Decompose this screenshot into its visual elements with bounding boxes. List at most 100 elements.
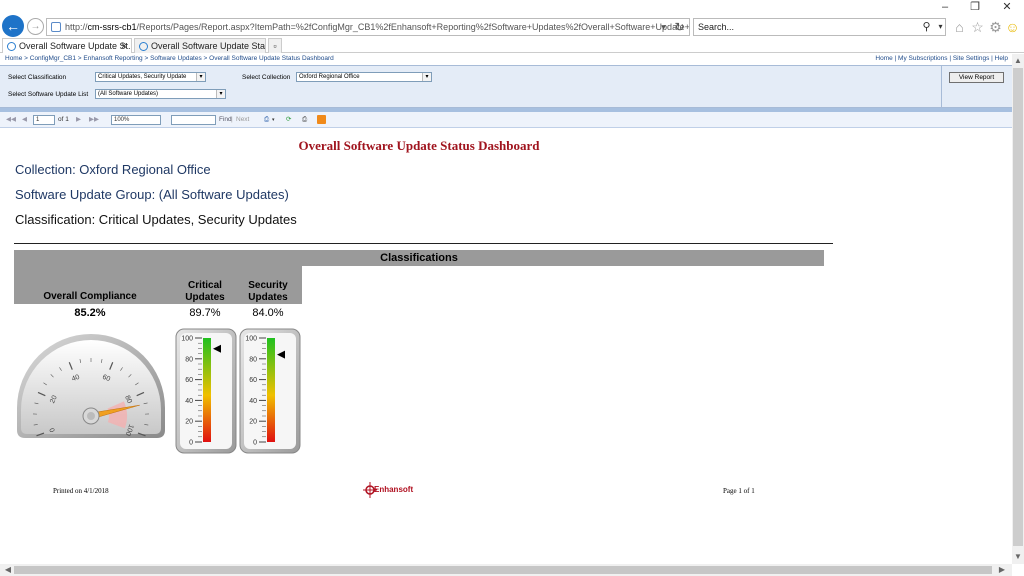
top-links[interactable]: Home | My Subscriptions | Site Settings … [875,54,1008,64]
gauge-tick-label: 0 [189,440,193,447]
classification-label: Select Classification [8,74,67,81]
tab-overall-software-update-2[interactable]: Overall Software Update Statu... [134,38,266,53]
favorites-star-icon[interactable]: ☆ [969,18,986,36]
scroll-right-icon[interactable]: ▶ [996,565,1008,574]
dropdown-icon[interactable]: ▾ [655,18,672,36]
print-icon[interactable]: ⎙ [302,115,307,125]
minimize-button[interactable]: – [930,0,960,14]
find-input[interactable] [171,115,216,125]
gauge-color-bar [203,338,211,442]
classification-select[interactable]: Critical Updates, Security Update ▾ [95,72,206,82]
critical-header-line1: Critical [188,280,222,291]
gauge-tick-label: 100 [181,336,193,343]
classification-value: Critical Updates, Security Update [98,74,187,80]
scroll-left-icon[interactable]: ◀ [2,565,14,574]
update-list-select[interactable]: (All Software Updates) ▾ [95,89,226,99]
export-icon[interactable]: ⎙ [264,115,269,125]
zoom-value: 100% [114,117,130,123]
security-updates-gauge: 100 80 60 40 20 0 [239,328,301,454]
printed-on: Printed on 4/1/2018 [53,487,109,495]
gauge-tick-label: 100 [245,336,257,343]
report-toolbar: ◀◀ ◀ 1 of 1 ▶ ▶▶ 100% Find | Next ⎙ ▾ ⟳ … [0,112,1012,128]
critical-updates-value: 89.7% [189,307,221,319]
close-tab-icon[interactable]: ✕ [120,39,128,53]
overall-compliance-gauge: 02040 6080100 [17,334,165,438]
ie-page-icon [139,42,148,51]
forward-button[interactable]: → [27,18,44,35]
gauge-hub-center [87,412,95,420]
zoom-select[interactable]: 100% [111,115,161,125]
first-page-icon[interactable]: ◀◀ [6,115,16,125]
last-page-icon[interactable]: ▶▶ [89,115,99,125]
classifications-header: Classifications [14,250,824,266]
url-prefix: http:// [65,22,88,32]
scroll-down-icon[interactable]: ▼ [1012,552,1024,561]
page-icon [51,22,61,32]
atom-feed-icon[interactable] [317,115,326,124]
search-input[interactable]: Search... [693,18,946,36]
tab-overall-software-update-active[interactable]: Overall Software Update St... ✕ [2,38,132,53]
security-header-line1: Security [248,280,288,291]
page-count: of 1 [58,116,69,123]
home-icon[interactable]: ⌂ [951,18,968,36]
window-titlebar: – ❐ ✕ [0,0,1024,14]
address-bar[interactable]: http://cm-ssrs-cb1/Reports/Pages/Report.… [46,18,690,36]
ie-page-icon [7,42,16,51]
restore-button[interactable]: ❐ [960,0,990,14]
ssrs-header-row: Home > ConfigMgr_CB1 > Enhansoft Reporti… [0,54,1012,64]
chevron-down-icon: ▾ [216,90,225,98]
update-list-label: Select Software Update List [8,91,89,98]
software-update-group-line: Software Update Group: (All Software Upd… [15,187,289,202]
chevron-down-icon: ▾ [196,73,205,81]
view-report-button[interactable]: View Report [949,72,1004,83]
tab-row: Overall Software Update St... ✕ Overall … [0,38,1024,53]
export-dropdown-icon[interactable]: ▾ [272,115,275,125]
refresh-report-icon[interactable]: ⟳ [286,115,291,125]
next-page-icon[interactable]: ▶ [76,115,81,125]
collection-line: Collection: Oxford Regional Office [15,162,211,177]
critical-header-line2: Updates [185,292,225,303]
close-window-button[interactable]: ✕ [992,0,1022,14]
next-link[interactable]: Next [236,115,249,125]
vertical-scroll-thumb[interactable] [1013,68,1023,546]
search-dropdown-icon[interactable]: ▾ [932,18,949,36]
gauge-tick-label: 0 [253,440,257,447]
prev-page-icon[interactable]: ◀ [22,115,27,125]
report-title: Overall Software Update Status Dashboard [298,138,540,153]
security-header-line2: Updates [248,292,288,303]
enhansoft-logo: Enhansoft [363,482,423,498]
back-button[interactable]: ← [2,15,24,37]
critical-updates-gauge: 100 80 60 40 20 0 [175,328,237,454]
breadcrumb[interactable]: Home > ConfigMgr_CB1 > Enhansoft Reporti… [5,54,334,64]
collection-select[interactable]: Oxford Regional Office ▾ [296,72,432,82]
gauge-tick-label: 80 [249,356,257,363]
smiley-feedback-icon[interactable]: ☺ [1004,18,1021,36]
collection-label: Select Collection [242,74,291,81]
page-of: Page 1 of 1 [723,487,755,495]
gauge-tick-label: 20 [249,419,257,426]
separator: | [231,116,233,123]
search-placeholder: Search... [698,22,735,32]
horizontal-scroll-thumb[interactable] [14,566,992,574]
gauge-tick-label: 40 [249,398,257,405]
classification-line: Classification: Critical Updates, Securi… [15,212,297,227]
overall-compliance-header: Overall Compliance [43,291,137,302]
divider [941,66,942,109]
chevron-down-icon: ▾ [422,73,431,81]
new-tab-button[interactable]: ▫ [268,38,282,53]
find-link[interactable]: Find [219,115,232,125]
url-path: /Reports/Pages/Report.aspx?ItemPath=%2fC… [136,22,690,32]
page-number-input[interactable]: 1 [33,115,55,125]
address-row: ← → http://cm-ssrs-cb1/Reports/Pages/Rep… [0,14,1024,38]
refresh-icon[interactable]: ↻ [671,18,688,36]
scroll-up-icon[interactable]: ▲ [1012,56,1024,65]
gauge-color-bar [267,338,275,442]
settings-gear-icon[interactable]: ⚙ [987,18,1004,36]
horizontal-rule [14,243,833,244]
update-list-value: (All Software Updates) [98,91,159,97]
gauge-tick-label: 40 [185,398,193,405]
security-updates-value: 84.0% [252,307,284,319]
url-host: cm-ssrs-cb1 [87,22,137,32]
gauge-tick-label: 20 [185,419,193,426]
column-header-block: Overall Compliance Critical Updates Secu… [14,266,302,304]
